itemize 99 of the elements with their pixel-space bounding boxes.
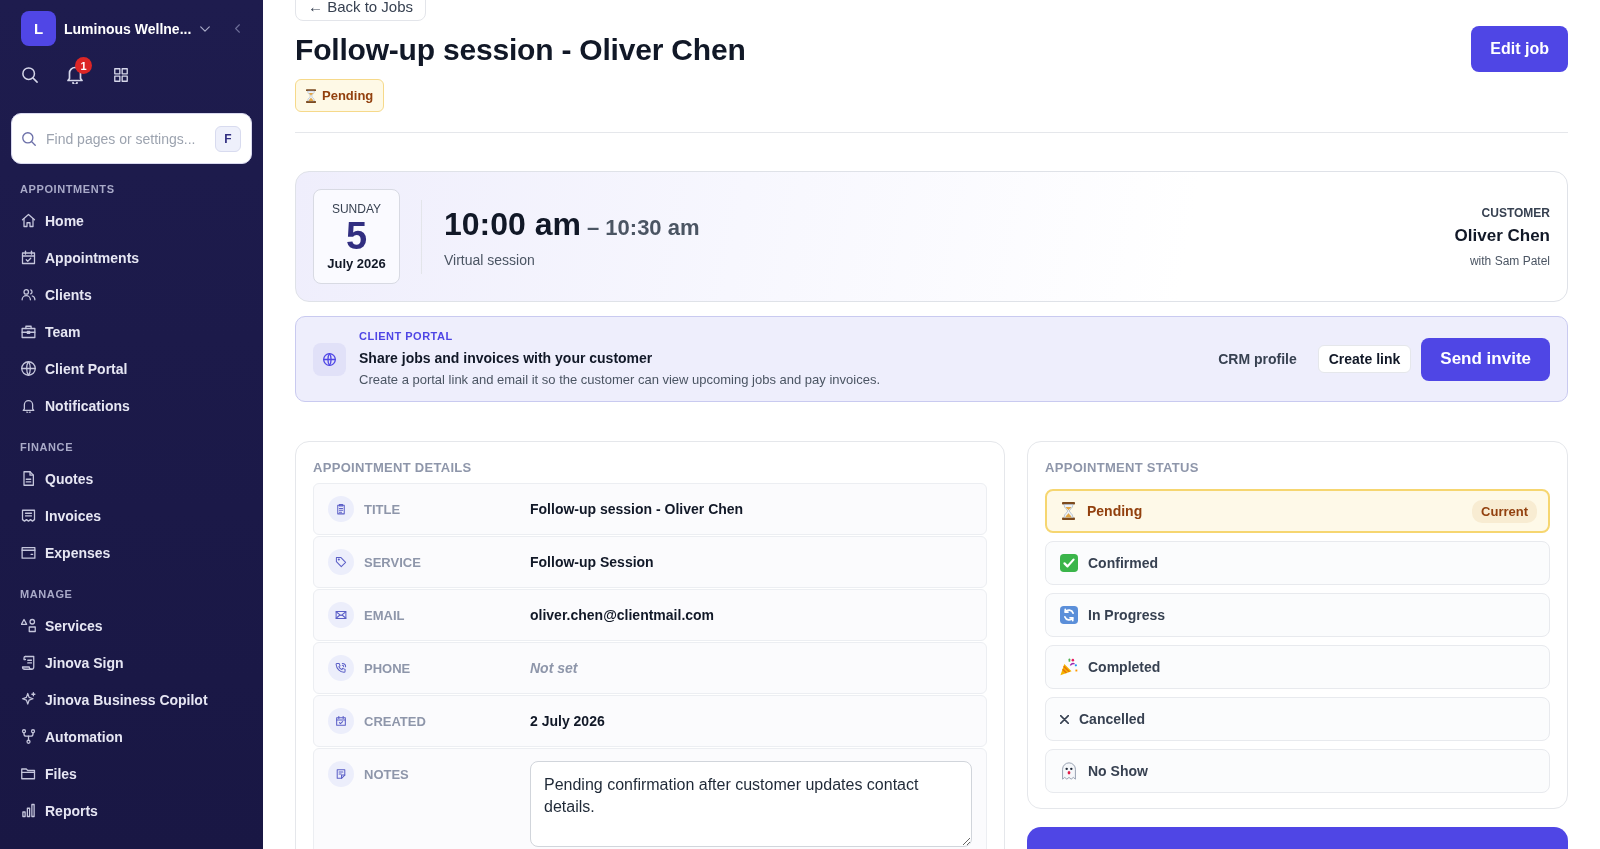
wallet-icon bbox=[21, 545, 36, 560]
search-field[interactable]: Find pages or settings... F bbox=[11, 113, 252, 164]
refresh-icon bbox=[1060, 606, 1078, 624]
sparkle-icon bbox=[21, 692, 36, 707]
document-icon bbox=[21, 471, 36, 486]
field-value: Follow-up Session bbox=[530, 554, 654, 570]
sidebar-item[interactable]: Services bbox=[10, 607, 253, 644]
workspace-name[interactable]: Luminous Wellne... bbox=[64, 20, 192, 37]
field-value: oliver.chen@clientmail.com bbox=[530, 607, 715, 623]
sidebar-item[interactable]: Reports bbox=[10, 792, 253, 829]
sidebar-item[interactable]: Jinova Business Copilot bbox=[10, 681, 253, 718]
field-label: PHONE bbox=[364, 660, 412, 676]
customer-name: Oliver Chen bbox=[1454, 225, 1550, 246]
envelope-icon bbox=[328, 602, 354, 628]
home-icon bbox=[21, 213, 36, 228]
sidebar-item[interactable]: Quotes bbox=[10, 460, 253, 497]
status-option[interactable]: No Show bbox=[1045, 749, 1550, 793]
shapes-icon bbox=[21, 618, 36, 633]
bell-icon bbox=[21, 398, 36, 413]
back-button[interactable]: ← Back to Jobs bbox=[295, 0, 427, 21]
section-heading: APPOINTMENTS bbox=[19, 182, 116, 196]
workspace-logo[interactable]: L bbox=[21, 11, 56, 46]
card-title: APPOINTMENT DETAILS bbox=[313, 460, 473, 476]
grid-icon[interactable] bbox=[114, 68, 128, 82]
status-label: Pending bbox=[322, 88, 374, 103]
party-popper-icon bbox=[1060, 658, 1078, 676]
briefcase-icon bbox=[21, 324, 36, 339]
status-option[interactable]: Cancelled bbox=[1045, 697, 1550, 741]
bar-chart-icon bbox=[21, 803, 36, 818]
current-badge: Current bbox=[1472, 499, 1537, 523]
field-label: NOTES bbox=[364, 767, 410, 782]
search-input[interactable]: Find pages or settings... bbox=[46, 128, 215, 149]
primary-button[interactable]: Send invite bbox=[1421, 337, 1550, 381]
sidebar-item[interactable]: Home bbox=[10, 202, 253, 239]
sidebar-item[interactable]: Jinova Sign bbox=[10, 644, 253, 681]
status-option[interactable]: Pending Current bbox=[1045, 489, 1550, 533]
tag-icon bbox=[328, 549, 354, 575]
receipt-icon bbox=[21, 508, 36, 523]
calendar-icon bbox=[328, 708, 354, 734]
section-heading: MANAGE bbox=[19, 587, 74, 601]
shortcut-key: F bbox=[215, 125, 241, 152]
globe-icon bbox=[21, 361, 36, 376]
text-link[interactable]: CRM profile bbox=[1218, 351, 1297, 367]
page-title: Follow-up session - Oliver Chen bbox=[295, 32, 746, 68]
search-icon bbox=[22, 131, 36, 146]
hourglass-icon bbox=[306, 88, 316, 103]
field-value: Follow-up session - Oliver Chen bbox=[530, 501, 744, 517]
start-time: 10:00 am bbox=[444, 205, 581, 243]
edit-job-button[interactable]: Edit job bbox=[1471, 26, 1568, 72]
hourglass-icon bbox=[1062, 502, 1075, 520]
status-option[interactable]: In Progress bbox=[1045, 593, 1550, 637]
calendar-icon bbox=[21, 250, 36, 265]
phone-icon bbox=[328, 655, 354, 681]
collapse-icon[interactable] bbox=[235, 24, 240, 33]
field-value: 2 July 2026 bbox=[530, 713, 605, 729]
sidebar-item[interactable]: Client Portal bbox=[10, 350, 253, 387]
staff-name: with Sam Patel bbox=[1468, 253, 1550, 268]
outline-button[interactable]: Create link bbox=[1317, 345, 1412, 373]
folder-icon bbox=[21, 766, 36, 781]
sidebar-item[interactable]: Automation bbox=[10, 718, 253, 755]
ghost-icon bbox=[1060, 762, 1078, 780]
scroll-icon bbox=[21, 655, 36, 670]
chevron-down-icon[interactable] bbox=[200, 25, 210, 32]
field-label: EMAIL bbox=[364, 607, 406, 623]
field-value: Not set bbox=[530, 660, 578, 676]
sidebar-item[interactable]: Team bbox=[10, 313, 253, 350]
notes-field[interactable]: Pending confirmation after customer updates contact details. bbox=[530, 761, 972, 847]
status-option[interactable]: Completed bbox=[1045, 645, 1550, 689]
field-label: CREATED bbox=[364, 713, 427, 729]
sidebar-item[interactable]: Invoices bbox=[10, 497, 253, 534]
session-location: Virtual session bbox=[444, 252, 536, 268]
end-time: – 10:30 am bbox=[587, 215, 700, 241]
bell-icon[interactable] bbox=[67, 66, 83, 84]
notification-badge: 1 bbox=[75, 57, 92, 74]
sidebar-item[interactable]: Files bbox=[10, 755, 253, 792]
field-label: TITLE bbox=[364, 501, 402, 517]
portal-eyebrow: CLIENT PORTAL bbox=[359, 330, 454, 343]
customer-label: CUSTOMER bbox=[1480, 205, 1550, 220]
note-icon bbox=[328, 761, 354, 787]
sidebar-item[interactable]: Appointments bbox=[10, 239, 253, 276]
field-label: SERVICE bbox=[364, 554, 422, 570]
cross-icon bbox=[1060, 714, 1069, 724]
people-icon bbox=[21, 287, 36, 302]
branch-icon bbox=[21, 729, 36, 744]
status-option[interactable]: Confirmed bbox=[1045, 541, 1550, 585]
weekday: SUNDAY bbox=[331, 201, 382, 216]
search-icon[interactable] bbox=[22, 67, 38, 83]
section-heading: FINANCE bbox=[19, 440, 75, 454]
portal-heading: Share jobs and invoices with your customer bbox=[359, 350, 654, 367]
sidebar-item[interactable]: Notifications bbox=[10, 387, 253, 424]
day-number: 5 bbox=[345, 215, 368, 256]
check-icon bbox=[1060, 554, 1078, 572]
globe-icon bbox=[313, 342, 346, 376]
sidebar-item[interactable]: Expenses bbox=[10, 534, 253, 571]
card-title: APPOINTMENT STATUS bbox=[1045, 460, 1200, 476]
sidebar-item[interactable]: Clients bbox=[10, 276, 253, 313]
month-year: July 2026 bbox=[327, 255, 386, 272]
portal-description: Create a portal link and email it so the customer can view upcoming jobs and pay invoices. bbox=[359, 372, 880, 388]
clipboard-icon bbox=[328, 496, 354, 522]
